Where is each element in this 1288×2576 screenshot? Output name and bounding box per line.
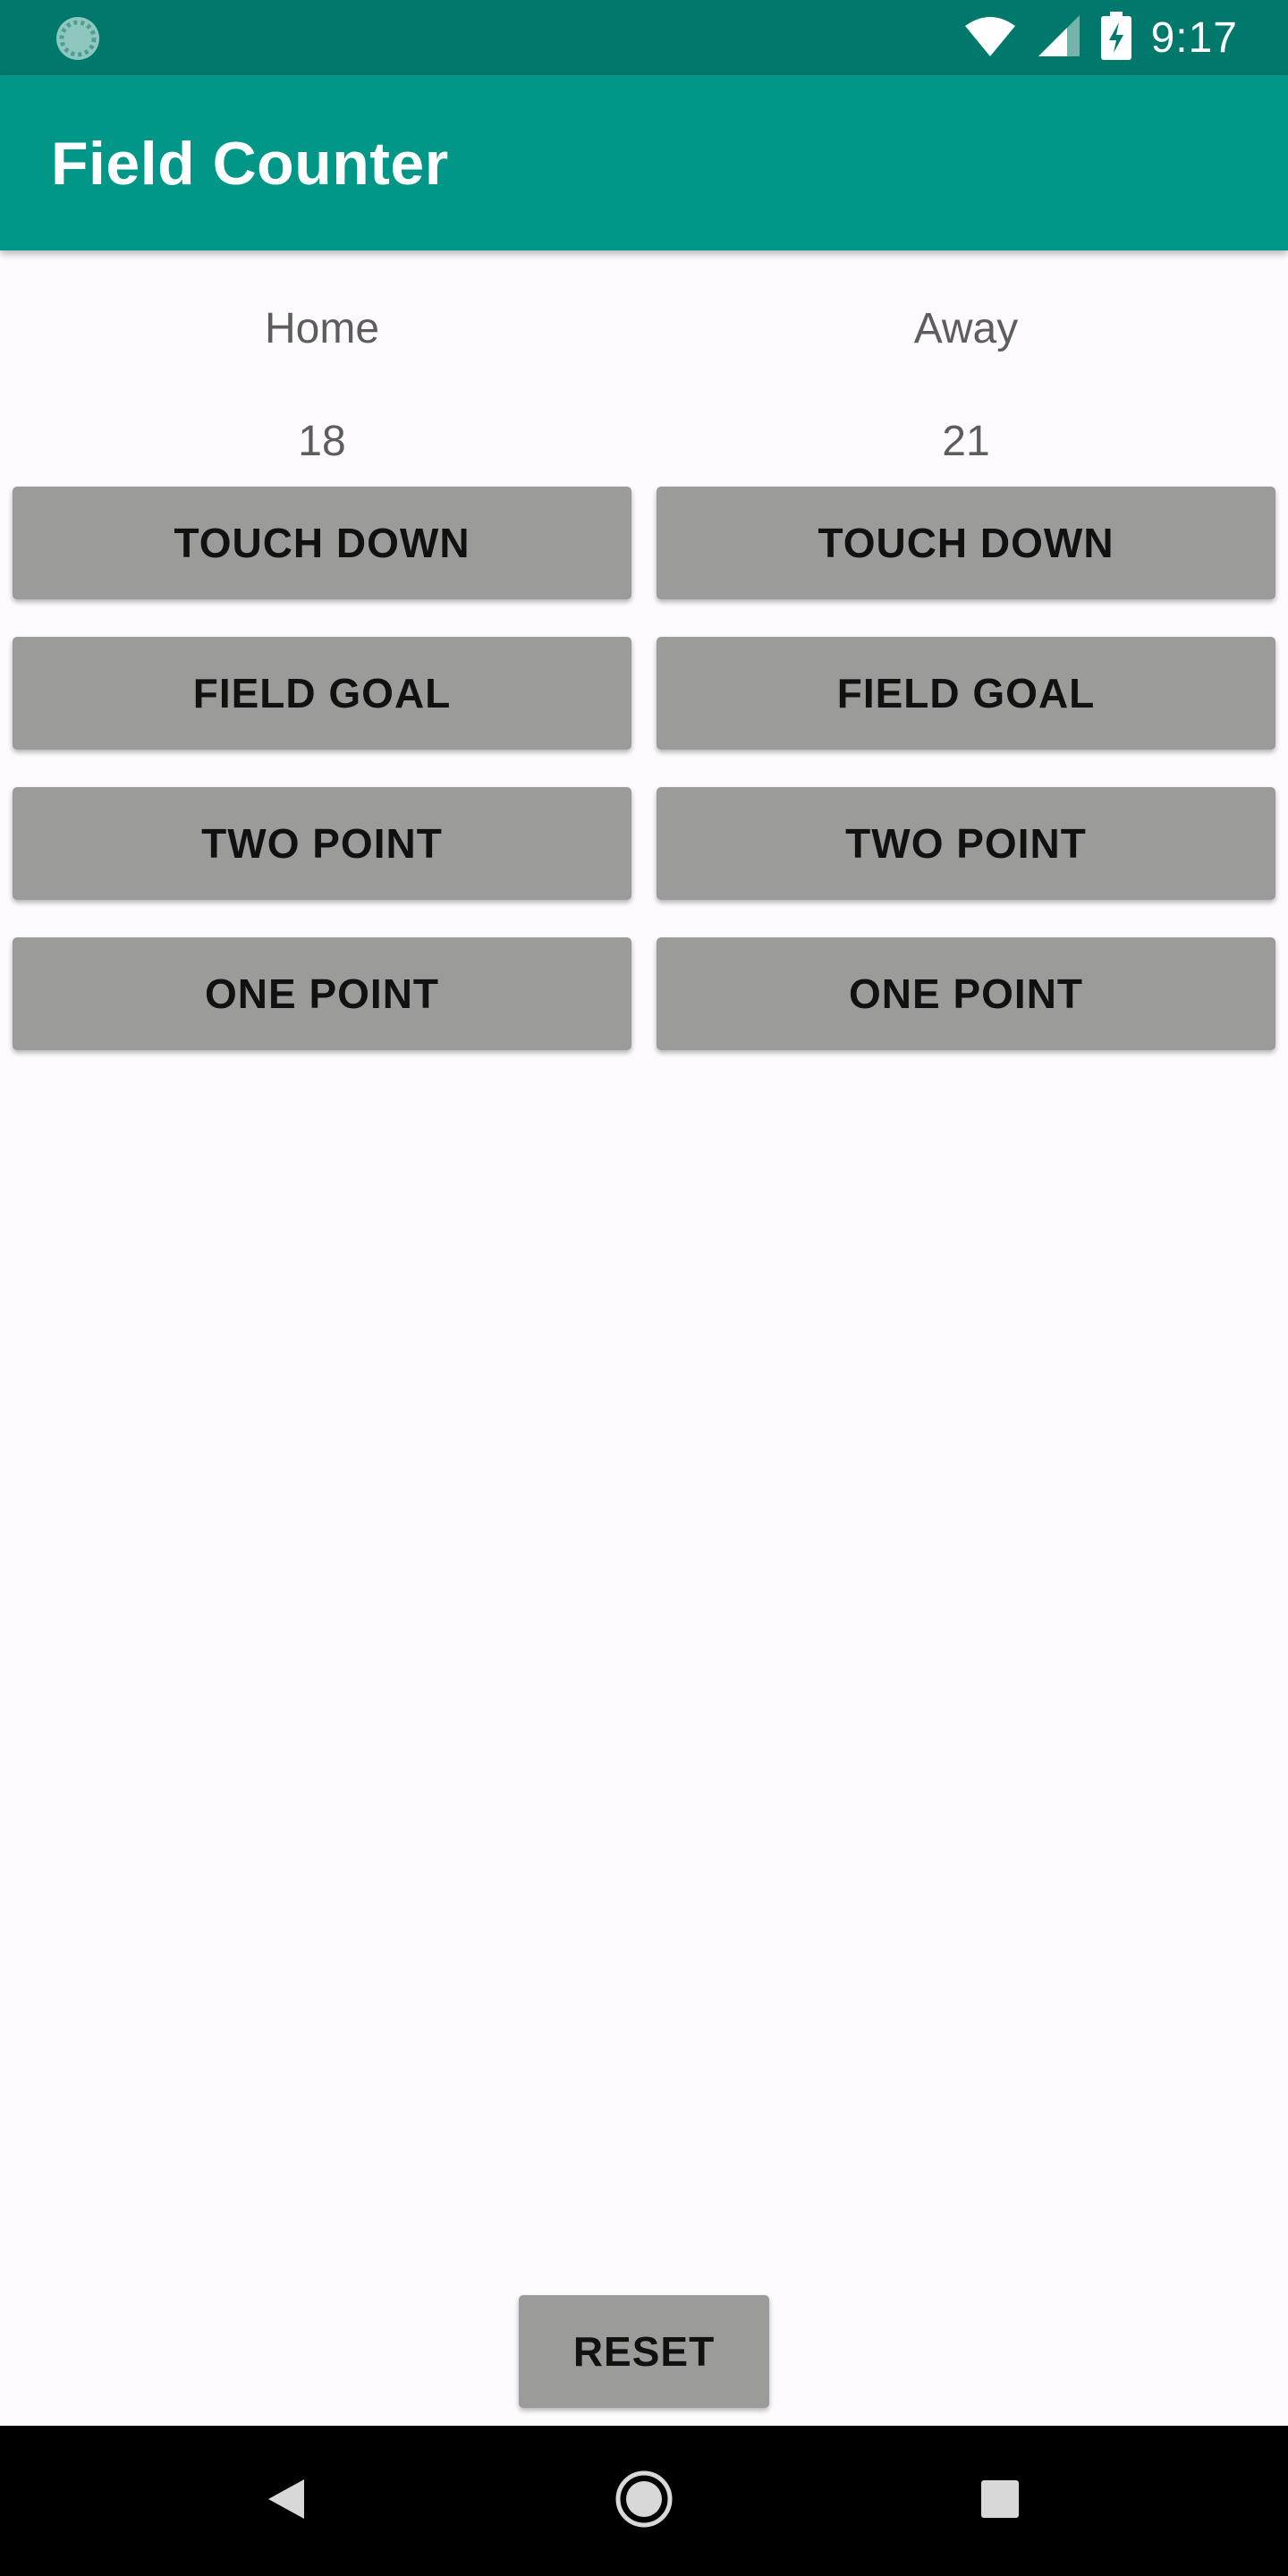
home-touch-down-button[interactable]: TOUCH DOWN [13,487,631,599]
battery-charging-icon [1100,11,1131,64]
app-title: Field Counter [51,130,449,198]
away-two-point-button[interactable]: TWO POINT [657,787,1275,900]
app-bar: Field Counter [0,75,1288,250]
back-icon [265,2476,308,2527]
screen: 9:17 Field Counter Home Away 18 21 TOUCH… [0,0,1288,2576]
away-team-label: Away [913,305,1019,352]
loading-spinner-icon [55,16,100,61]
navigation-bar [0,2426,1288,2576]
recents-icon [979,2479,1021,2524]
status-time: 9:17 [1150,13,1238,62]
home-nav-button[interactable] [572,2426,716,2576]
home-icon [614,2469,674,2534]
away-score: 21 [942,418,990,465]
reset-button[interactable]: RESET [519,2295,769,2408]
away-touch-down-button[interactable]: TOUCH DOWN [657,487,1275,599]
status-bar: 9:17 [0,0,1288,75]
cell-signal-icon [1037,13,1081,63]
home-field-goal-button[interactable]: FIELD GOAL [13,637,631,750]
back-button[interactable] [215,2426,358,2576]
home-one-point-button[interactable]: ONE POINT [13,937,631,1050]
away-one-point-button[interactable]: ONE POINT [657,937,1275,1050]
wifi-icon [963,13,1017,63]
home-team-label: Home [264,305,380,352]
status-icons: 9:17 [963,0,1238,75]
home-score: 18 [298,418,346,465]
recents-button[interactable] [928,2426,1072,2576]
away-field-goal-button[interactable]: FIELD GOAL [657,637,1275,750]
home-two-point-button[interactable]: TWO POINT [13,787,631,900]
